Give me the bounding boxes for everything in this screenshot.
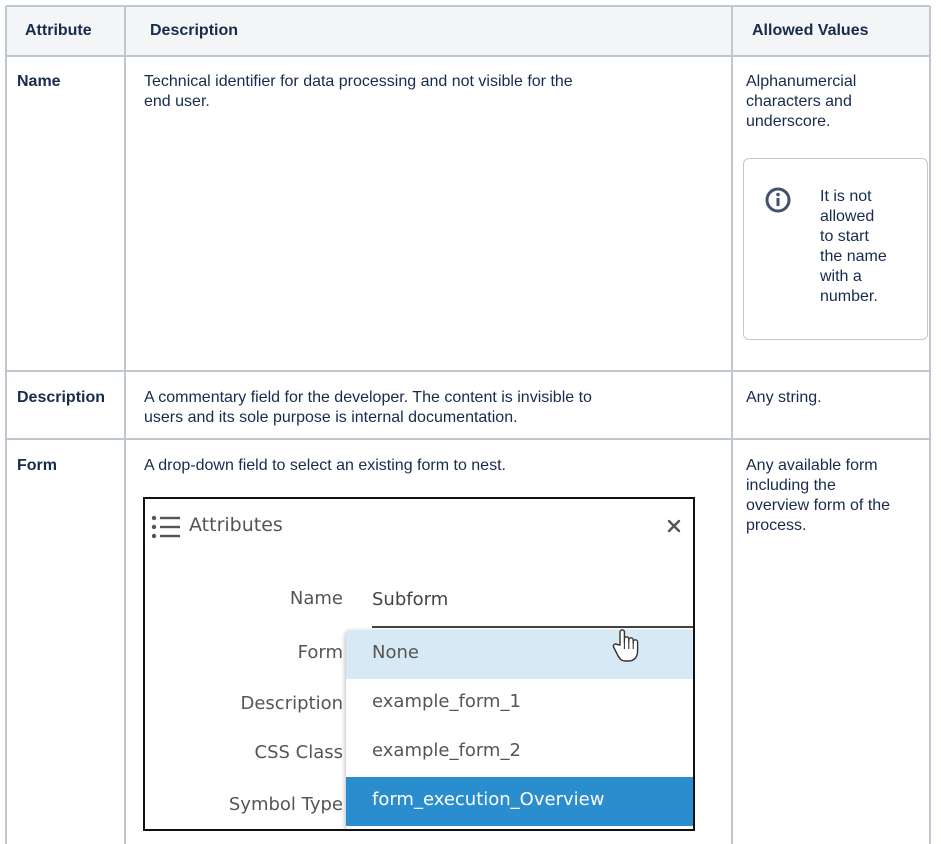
table-border-right [929,6,931,844]
dropdown-option-form-execution-overview[interactable]: form_execution_Overview [346,777,693,826]
info-note-text: It is not allowed to start the name with… [820,188,887,305]
hand-cursor-icon [612,629,639,662]
table-border-left [5,6,7,844]
field-label-description: Description [240,693,343,714]
row-divider-1 [6,370,930,372]
panel-title: Attributes [189,514,283,536]
dropdown-option-example-form-2[interactable]: example_form_2 [346,728,693,777]
dropdown-option-example-form-1[interactable]: example_form_1 [346,679,693,728]
row-description-allowed-values: Any string. [746,389,822,406]
row-form-description: A drop-down field to select an existing … [144,457,506,474]
dropdown-option-none[interactable]: None [346,630,693,679]
field-label-form: Form [297,642,343,663]
attributes-panel-screenshot: Attributes Name Form Description CSS Cla… [143,497,695,831]
attributes-table: Attribute Description Allowed Values Nam… [0,0,941,844]
close-icon[interactable] [665,517,683,535]
row-name-allowed-values: Alphanumercial characters and underscore… [746,73,857,130]
row-name-description: Technical identifier for data processing… [144,73,573,110]
header-divider [6,55,930,57]
header-allowed-values: Allowed Values [752,22,869,39]
info-icon [765,187,791,213]
row-divider-2 [6,438,930,440]
row-form-allowed-values: Any available form including the overvie… [746,457,891,534]
form-dropdown-menu[interactable]: None example_form_1 example_form_2 form_… [346,630,693,829]
row-description-description: A commentary field for the developer. Th… [144,389,592,426]
field-label-css-class: CSS Class [254,742,344,763]
name-field-value[interactable]: Subform [372,589,448,610]
field-label-name: Name [289,588,343,609]
list-icon [151,515,180,539]
column-divider-1 [124,6,126,844]
row-description-attribute: Description [17,389,106,406]
column-divider-2 [731,6,733,844]
row-form-attribute: Form [17,457,57,474]
field-label-symbol-type: Symbol Type [228,794,343,815]
header-description: Description [150,22,239,39]
header-attribute: Attribute [25,22,92,39]
name-field-underline [372,626,693,628]
info-note-panel: It is not allowed to start the name with… [743,158,928,340]
row-name-attribute: Name [17,73,61,90]
table-border-top [6,5,930,7]
